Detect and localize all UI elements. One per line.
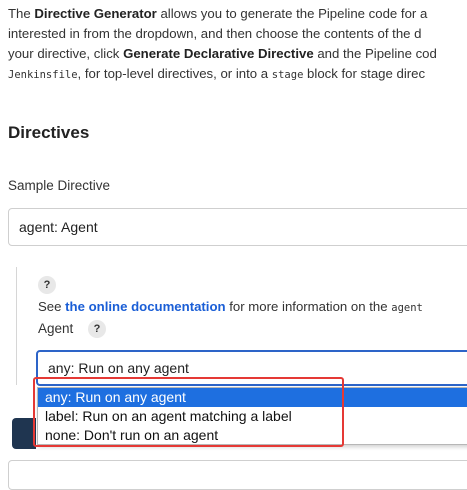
agent-option-none[interactable]: none: Don't run on an agent <box>38 426 467 445</box>
intro-line-4: Jenkinsfile, for top-level directives, o… <box>8 64 467 84</box>
directive-generator-term: Directive Generator <box>34 6 157 21</box>
intro-line-2: interested in from the dropdown, and the… <box>8 26 422 41</box>
documentation-note: See the online documentation for more in… <box>38 299 423 314</box>
agent-option-any[interactable]: any: Run on any agent <box>38 388 467 407</box>
intro-text-segment: and the Pipeline cod <box>313 46 437 61</box>
intro-text-segment: block for stage direc <box>303 66 426 81</box>
agent-dropdown-list: any: Run on any agent label: Run on an a… <box>37 387 467 445</box>
agent-label: Agent <box>38 321 74 336</box>
generate-directive-term: Generate Declarative Directive <box>123 46 314 61</box>
intro-text-segment: your directive, click <box>8 46 124 61</box>
directives-heading: Directives <box>8 123 90 142</box>
panel-divider <box>16 267 17 385</box>
generated-output-field[interactable] <box>8 460 467 490</box>
intro-text-segment: allows you to generate the Pipeline code… <box>156 6 428 21</box>
help-icon[interactable]: ? <box>38 276 56 294</box>
sample-directive-label: Sample Directive <box>8 178 111 193</box>
jenkinsfile-code: Jenkinsfile <box>8 69 78 81</box>
note-text-segment: See <box>38 299 66 314</box>
agent-help-icon[interactable]: ? <box>88 320 106 338</box>
agent-code: agent <box>391 302 423 314</box>
note-text-segment: for more information on the <box>225 299 392 314</box>
agent-select[interactable]: any: Run on any agent <box>36 350 467 386</box>
intro-text-segment: , for top-level directives, or into a <box>77 66 272 81</box>
intro-text-segment: The <box>8 6 35 21</box>
online-documentation-link[interactable]: the online documentation <box>65 299 225 314</box>
intro-text: The Directive Generator allows you to ge… <box>8 4 467 84</box>
intro-line-1: The Directive Generator allows you to ge… <box>8 4 467 24</box>
sample-directive-select[interactable]: agent: Agent <box>8 208 467 246</box>
generate-button[interactable] <box>12 418 36 449</box>
stage-code: stage <box>271 69 304 81</box>
agent-option-label[interactable]: label: Run on an agent matching a label <box>38 407 467 426</box>
intro-line-3: your directive, click Generate Declarati… <box>8 44 467 64</box>
